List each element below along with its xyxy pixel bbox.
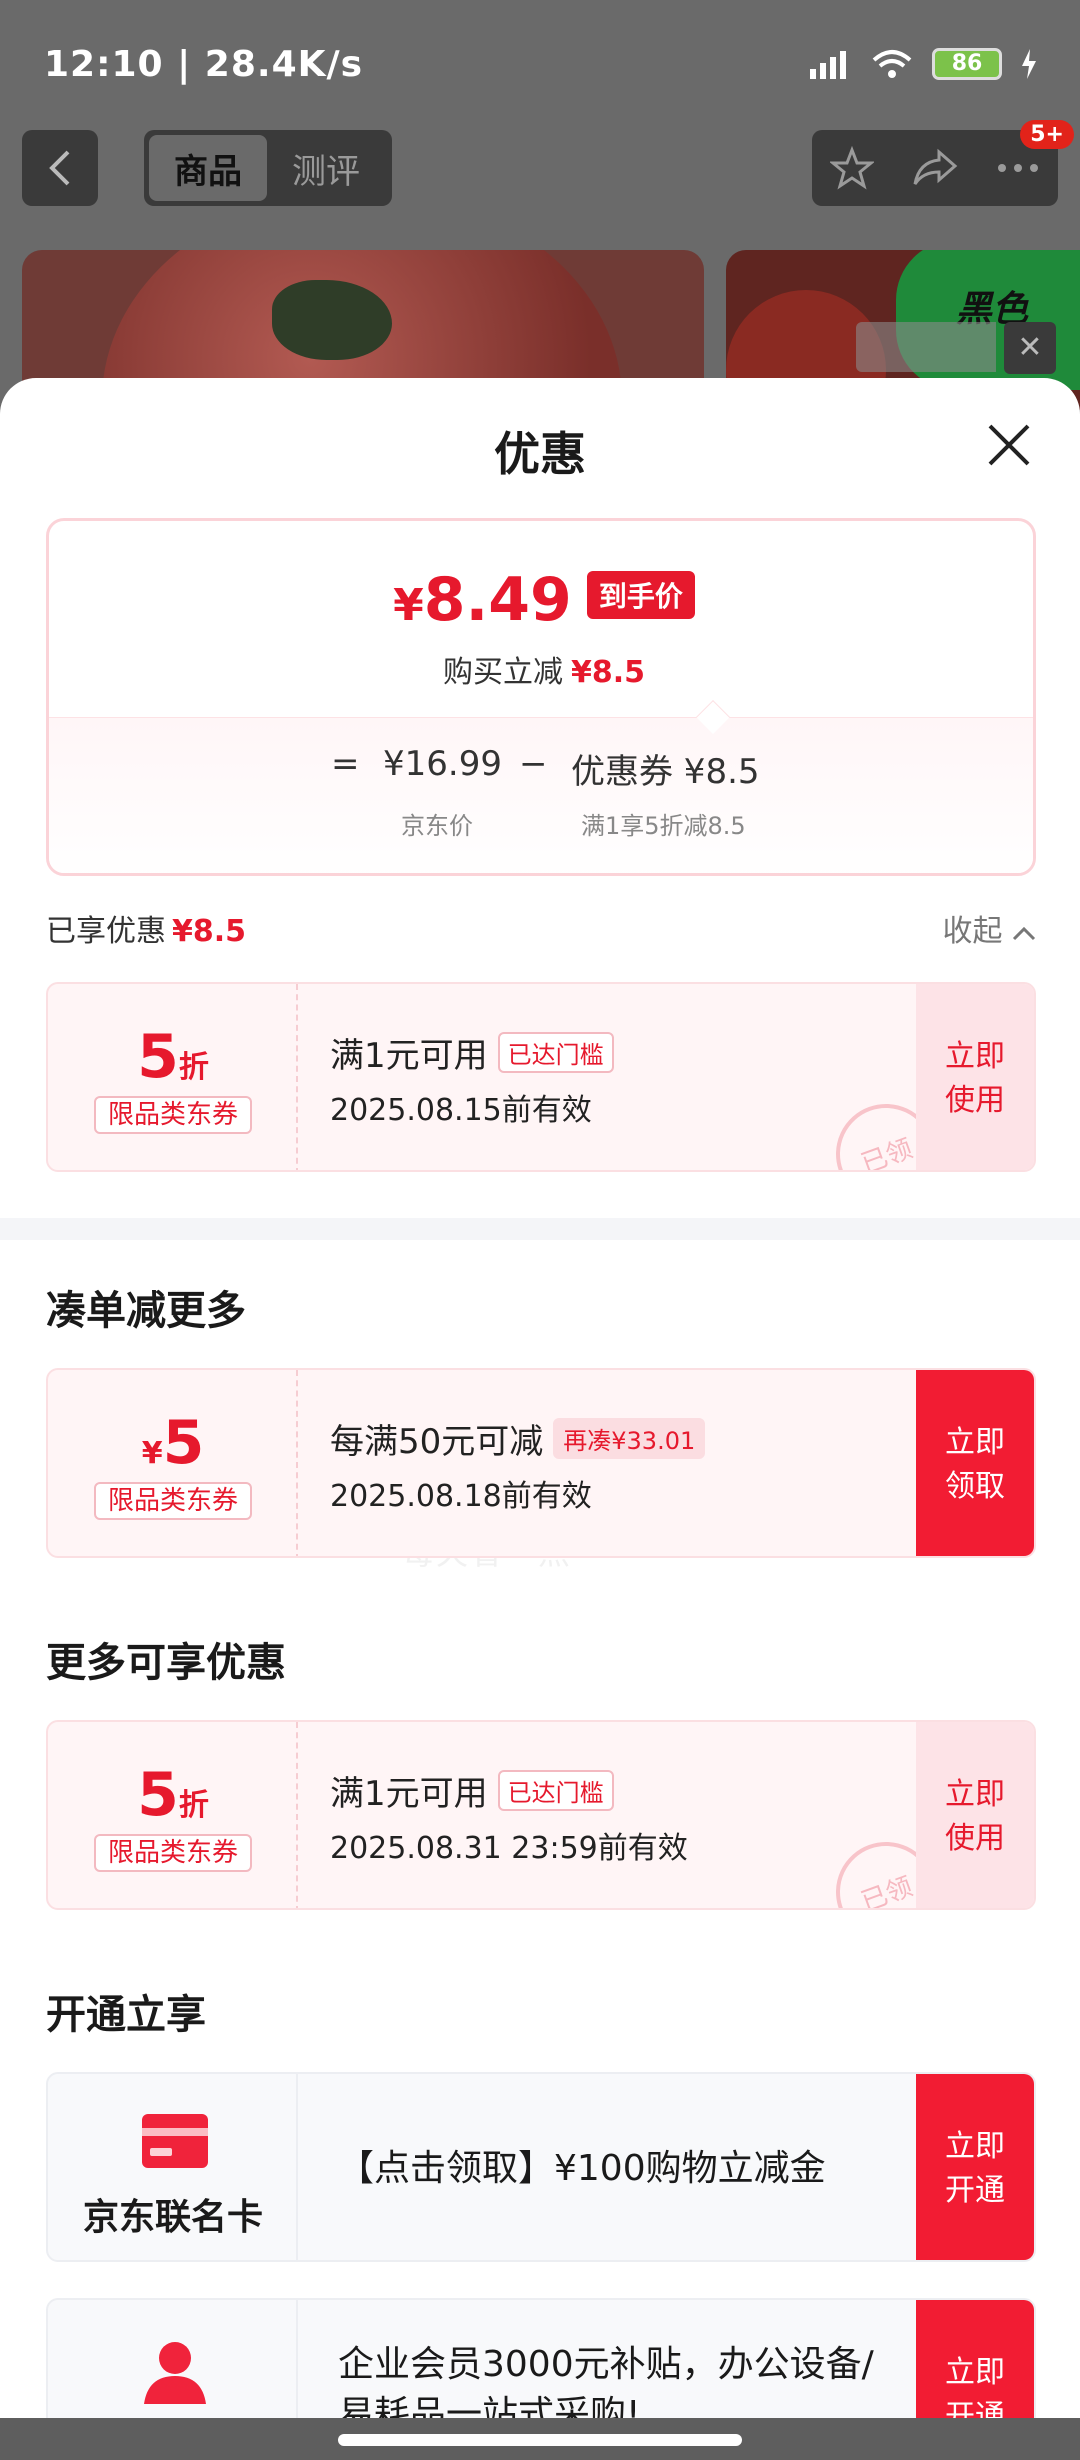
coupon-deduction-label: 满1享5折减8.5 [581, 812, 746, 840]
back-button[interactable] [22, 130, 98, 206]
jd-price-label: 京东价 [401, 812, 473, 840]
enjoyed-label: 已享优惠 [46, 914, 166, 949]
threshold-chip: 已达门槛 [497, 1770, 614, 1811]
tab-product[interactable]: 商品 [149, 135, 267, 201]
coupon-expiry: 2025.08.31 23:59前有效 [330, 1831, 688, 1866]
share-icon[interactable] [911, 146, 959, 190]
coupon-info: 满1元可用 已达门槛 2025.08.31 23:59前有效 [330, 1766, 688, 1867]
coupon-card-enjoyed: 5折 限品类东券 满1元可用 已达门槛 2025.08.15前有效 已领 立即 使… [46, 982, 1036, 1172]
top-actions: 5+ [812, 120, 1074, 206]
product-top-bar: 商品 测评 5+ [22, 120, 1074, 206]
final-price: 8.49 [423, 565, 572, 635]
chevron-up-icon [1012, 926, 1036, 941]
coupon-value: 5折 [137, 1760, 209, 1830]
card-icon-block: 京东联名卡 [48, 2074, 298, 2260]
battery-icon: 86 [932, 48, 1002, 80]
close-float-icon[interactable]: ✕ [1004, 322, 1056, 374]
floating-bar [856, 322, 996, 372]
coupon-info: 每满50元可减 再凑¥33.01 2025.08.18前有效 [330, 1414, 706, 1515]
coupon-expiry: 2025.08.18前有效 [330, 1479, 592, 1514]
coupon-condition: 满1元可用 已达门槛 [330, 1028, 614, 1077]
final-price-row: ¥8.49 到手价 [49, 565, 1033, 635]
instant-discount-label: 购买立减 [442, 655, 563, 690]
coupon-value-block: 5折 限品类东券 [48, 984, 298, 1170]
final-price-tag: 到手价 [586, 571, 695, 619]
signal-icon [810, 51, 846, 79]
coupon-value: ¥5 [141, 1408, 205, 1478]
instant-discount-row: 购买立减 ¥8.5 [49, 647, 1033, 691]
close-icon[interactable] [984, 420, 1034, 470]
coupon-deduction: 优惠券 ¥8.5 [571, 752, 760, 792]
section-divider [0, 1218, 1080, 1240]
coupon-value-block: ¥5 限品类东券 [48, 1370, 298, 1556]
coupon-condition: 满1元可用 已达门槛 [330, 1766, 688, 1815]
home-indicator[interactable] [338, 2434, 742, 2446]
credit-card-icon [142, 2114, 208, 2168]
price-summary: ¥8.49 到手价 购买立减 ¥8.5 [49, 521, 1033, 717]
instant-discount-amount: ¥8.5 [570, 655, 646, 690]
notification-badge: 5+ [1020, 120, 1074, 149]
jd-price: ¥16.99 [383, 744, 502, 784]
enjoyed-discount-row: 已享优惠 ¥8.5 [46, 906, 1036, 950]
currency-symbol: ¥ [393, 580, 424, 631]
collapse-button[interactable]: 收起 [942, 906, 1036, 950]
use-now-button[interactable]: 立即 使用 [916, 984, 1034, 1170]
gap-chip: 再凑¥33.01 [553, 1418, 706, 1459]
collapse-label: 收起 [942, 914, 1003, 949]
minus-sign: − [519, 744, 548, 784]
section-open-title: 开通立享 [46, 1992, 206, 2038]
open-card-button[interactable]: 立即 开通 [916, 2074, 1034, 2260]
coupon-info: 满1元可用 已达门槛 2025.08.15前有效 [330, 1028, 614, 1129]
product-tab-switch: 商品 测评 [144, 130, 392, 206]
coupon-kind: 限品类东券 [94, 1834, 252, 1872]
system-nav-bar [0, 2418, 1080, 2460]
tab-review[interactable]: 测评 [267, 135, 385, 201]
coupon-kind: 限品类东券 [94, 1096, 252, 1134]
status-icons: 86 [808, 48, 1038, 80]
use-now-button[interactable]: 立即 使用 [916, 1722, 1034, 1908]
more-icon[interactable] [996, 162, 1040, 174]
claim-now-button[interactable]: 立即 领取 [916, 1370, 1034, 1556]
coupon-value: 5折 [137, 1022, 209, 1092]
coupon-expiry: 2025.08.15前有效 [330, 1093, 592, 1128]
coupon-condition: 每满50元可减 再凑¥33.01 [330, 1414, 706, 1463]
chevron-left-icon [49, 150, 70, 186]
price-card: ¥8.49 到手价 购买立减 ¥8.5 = ¥16.99 京东价 − 优惠券 ¥8… [46, 518, 1036, 876]
user-icon [144, 2342, 206, 2404]
coupon-card-more: ¥5 限品类东券 每满50元可减 再凑¥33.01 2025.08.18前有效 立… [46, 1368, 1036, 1558]
jd-co-branded-card: 京东联名卡 【点击领取】¥100购物立减金 立即 开通 [46, 2072, 1036, 2262]
price-formula: = ¥16.99 京东价 − 优惠券 ¥8.5 满1享5折减8.5 [49, 717, 1033, 873]
star-icon[interactable] [830, 146, 875, 190]
coupon-value-block: 5折 限品类东券 [48, 1722, 298, 1908]
card-name: 京东联名卡 [82, 2197, 263, 2238]
discount-sheet: 优惠 ¥8.49 到手价 购买立减 ¥8.5 = ¥16.99 京东价 − 优惠券… [0, 378, 1080, 2460]
charging-icon [1022, 49, 1036, 79]
section-more-title: 凑单减更多 [46, 1288, 246, 1334]
status-bar: 12:10 | 28.4K/s 86 [0, 0, 1080, 130]
equals-sign: = [331, 744, 360, 784]
enjoyed-amount: ¥8.5 [172, 914, 247, 949]
wifi-icon [872, 50, 912, 78]
card-offer-text: 【点击领取】¥100购物立减金 [338, 2148, 826, 2189]
coupon-card-extra: 5折 限品类东券 满1元可用 已达门槛 2025.08.31 23:59前有效 已… [46, 1720, 1036, 1910]
sheet-title: 优惠 [494, 427, 586, 481]
status-time: 12:10 | 28.4K/s [44, 44, 364, 85]
section-extra-title: 更多可享优惠 [46, 1640, 286, 1686]
coupon-kind: 限品类东券 [94, 1482, 252, 1520]
threshold-chip: 已达门槛 [497, 1032, 614, 1073]
